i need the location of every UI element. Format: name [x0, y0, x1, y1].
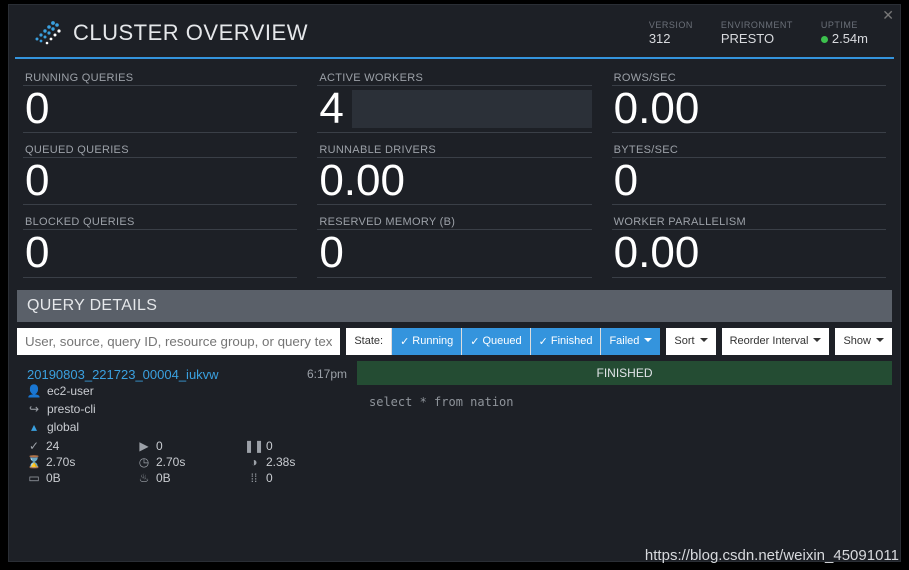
- stat-completed: 24: [46, 439, 59, 453]
- version-label: VERSION: [649, 20, 693, 30]
- uptime-label: UPTIME: [821, 20, 868, 30]
- metric-label: QUEUED QUERIES: [23, 141, 297, 158]
- metrics-grid: RUNNING QUERIES0ACTIVE WORKERS4ROWS/SEC0…: [9, 59, 900, 284]
- version-value: 312: [649, 31, 693, 46]
- memory-icon: ▭: [27, 471, 41, 485]
- presto-logo: [33, 19, 61, 47]
- metric-card: BLOCKED QUERIES0: [17, 209, 303, 277]
- metric-label: BLOCKED QUERIES: [23, 213, 297, 230]
- metric-card: WORKER PARALLELISM0.00: [606, 209, 892, 277]
- stat-running: 0: [156, 439, 163, 453]
- query-row: 20190803_221723_00004_iukvw 6:17pm 👤 ec2-…: [17, 361, 892, 491]
- environment-label: ENVIRONMENT: [721, 20, 793, 30]
- check-icon: ✓: [27, 439, 41, 453]
- query-id-link[interactable]: 20190803_221723_00004_iukvw: [27, 367, 219, 382]
- metric-card: BYTES/SEC0: [606, 137, 892, 205]
- metric-card: RUNNING QUERIES0: [17, 65, 303, 133]
- page-title: CLUSTER OVERVIEW: [73, 20, 308, 46]
- metric-value: 0.00: [612, 86, 702, 132]
- metric-card: QUEUED QUERIES0: [17, 137, 303, 205]
- check-icon: ✓: [539, 335, 548, 348]
- watermark-text: https://blog.csdn.net/weixin_45091011: [645, 547, 899, 564]
- metric-label: RESERVED MEMORY (B): [317, 213, 591, 230]
- check-icon: ✓: [400, 335, 409, 348]
- header: CLUSTER OVERVIEW VERSION 312 ENVIRONMENT…: [15, 5, 894, 59]
- bars-icon: ⁞⁞: [247, 471, 261, 485]
- sort-button[interactable]: Sort: [666, 328, 715, 355]
- play-icon: ▶: [137, 439, 151, 453]
- metric-card: RESERVED MEMORY (B)0: [311, 209, 597, 277]
- caret-down-icon: [811, 335, 821, 347]
- resource-group-icon: ▴: [27, 420, 41, 434]
- metric-value: 0: [317, 230, 345, 276]
- metric-card: ROWS/SEC0.00: [606, 65, 892, 133]
- filter-failed-button[interactable]: Failed: [600, 328, 660, 355]
- caret-down-icon: [642, 335, 652, 347]
- metric-value: 4: [317, 86, 345, 132]
- stat-elapsed: 2.70s: [46, 455, 75, 469]
- query-source: presto-cli: [47, 402, 96, 416]
- metric-value: 0: [23, 230, 51, 276]
- metric-value: 0.00: [317, 158, 407, 204]
- metric-value: 0.00: [612, 230, 702, 276]
- user-icon: 👤: [27, 384, 41, 398]
- query-resource-group: global: [47, 420, 79, 434]
- caret-down-icon: [698, 335, 708, 347]
- stat-cpu: 2.70s: [156, 455, 185, 469]
- search-input[interactable]: [17, 328, 340, 355]
- query-time: 6:17pm: [307, 367, 347, 381]
- state-label: State:: [346, 328, 391, 355]
- scheduled-icon: ◑: [247, 455, 261, 469]
- query-sql-text: select * from nation: [357, 385, 892, 419]
- stat-queued: 0: [266, 439, 273, 453]
- clock-icon: ◷: [137, 455, 151, 469]
- metric-card: ACTIVE WORKERS4: [311, 65, 597, 133]
- stat-scheduled: 2.38s: [266, 455, 295, 469]
- metric-label: ACTIVE WORKERS: [317, 69, 591, 86]
- hourglass-icon: ⌛: [27, 455, 41, 469]
- uptime-value: 2.54m: [821, 31, 868, 46]
- pause-icon: ❚❚: [247, 439, 261, 453]
- filter-finished-button[interactable]: ✓Finished: [530, 328, 601, 355]
- filter-running-button[interactable]: ✓Running: [391, 328, 461, 355]
- source-icon: ↪: [27, 402, 41, 416]
- fire-icon: ♨: [137, 471, 151, 485]
- caret-down-icon: [874, 335, 884, 347]
- reorder-interval-button[interactable]: Reorder Interval: [722, 328, 830, 355]
- show-button[interactable]: Show: [835, 328, 892, 355]
- metric-label: RUNNING QUERIES: [23, 69, 297, 86]
- environment-value: PRESTO: [721, 31, 793, 46]
- metric-value: 0: [23, 158, 51, 204]
- filter-queued-button[interactable]: ✓Queued: [461, 328, 529, 355]
- query-user: ec2-user: [47, 384, 94, 398]
- header-meta: VERSION 312 ENVIRONMENT PRESTO UPTIME 2.…: [649, 20, 876, 46]
- metric-value: 0: [612, 158, 640, 204]
- query-status-badge: FINISHED: [357, 361, 892, 385]
- stat-splits: 0: [266, 471, 273, 485]
- query-details-header: QUERY DETAILS: [17, 290, 892, 322]
- status-dot-icon: [821, 36, 828, 43]
- check-icon: ✓: [470, 335, 479, 348]
- stat-peak: 0B: [156, 471, 171, 485]
- metric-label: BYTES/SEC: [612, 141, 886, 158]
- close-icon[interactable]: ✕: [882, 7, 894, 24]
- metric-value: 0: [23, 86, 51, 132]
- sparkline: [352, 90, 592, 128]
- metric-card: RUNNABLE DRIVERS0.00: [311, 137, 597, 205]
- stat-memory: 0B: [46, 471, 61, 485]
